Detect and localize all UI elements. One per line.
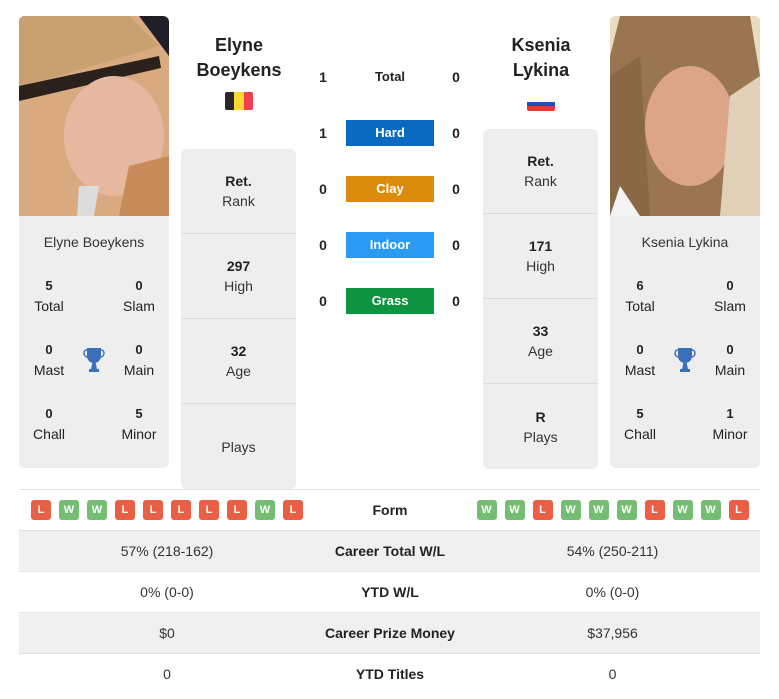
h2h-grass-row: 0 Grass 0 xyxy=(310,288,470,314)
form-win-badge[interactable]: W xyxy=(616,500,637,520)
ytd-wl-label: YTD W/L xyxy=(361,584,419,600)
player2-main-titles: 0 Main xyxy=(714,342,746,378)
form-loss-badge[interactable]: L xyxy=(31,500,51,520)
h2h-grass-p2: 0 xyxy=(452,293,460,309)
h2h-grass-p1: 0 xyxy=(319,293,327,309)
player1-plays: Plays xyxy=(221,438,256,455)
surface-clay-badge[interactable]: Clay xyxy=(346,176,434,202)
form-loss-badge[interactable]: L xyxy=(199,500,219,520)
player2-chall-titles: 5 Chall xyxy=(624,406,656,442)
form-loss-badge[interactable]: L xyxy=(532,500,553,520)
player1-ytd-titles: 0 xyxy=(163,666,171,682)
surface-hard-badge[interactable]: Hard xyxy=(346,120,434,146)
prize-money-label: Career Prize Money xyxy=(325,625,455,641)
comparison-table: LWWLLLLLWL Form WWLWWWLWWL 57% (218-162)… xyxy=(19,489,760,694)
player1-name[interactable]: Elyne Boeykens xyxy=(164,33,314,83)
player2-age: 33 Age xyxy=(483,299,598,384)
form-loss-badge[interactable]: L xyxy=(283,500,303,520)
player1-minor-titles: 5 Minor xyxy=(121,406,157,442)
player2-full-name: Ksenia Lykina xyxy=(641,234,729,250)
h2h-clay-row: 0 Clay 0 xyxy=(310,176,470,202)
player2-slam-titles: 0 Slam xyxy=(714,278,746,314)
form-win-badge[interactable]: W xyxy=(588,500,609,520)
trophy-icon xyxy=(673,347,697,373)
player1-titles-card: Elyne Boeykens 5 Total 0 Slam 0 Mast 0 Main … xyxy=(19,216,169,468)
form-win-badge[interactable]: W xyxy=(59,500,79,520)
h2h-indoor-p2: 0 xyxy=(452,237,460,253)
career-wl-label: Career Total W/L xyxy=(334,543,446,559)
player2-prize-money: $37,956 xyxy=(587,625,638,641)
player2-plays: R Plays xyxy=(523,408,558,445)
surface-grass-badge[interactable]: Grass xyxy=(346,288,434,314)
player1-prize-money: $0 xyxy=(159,625,175,641)
player2-titles-card: Ksenia Lykina 6 Total 0 Slam 0 Mast 0 Main 5… xyxy=(610,216,760,468)
player1-mast-titles: 0 Mast xyxy=(33,342,65,378)
ytd-wl-row: 0% (0-0) YTD W/L 0% (0-0) xyxy=(19,571,760,612)
player2-rank: Ret. Rank xyxy=(483,129,598,214)
player2-name[interactable]: Ksenia Lykina xyxy=(466,33,616,83)
player1-photo xyxy=(19,16,169,216)
belgium-flag-icon xyxy=(225,92,253,110)
career-wl-row: 57% (218-162) Career Total W/L 54% (250-… xyxy=(19,530,760,571)
player1-slam-titles: 0 Slam xyxy=(123,278,155,314)
player2-ytd-wl: 0% (0-0) xyxy=(585,584,640,600)
form-win-badge[interactable]: W xyxy=(700,500,721,520)
player1-total-titles: 5 Total xyxy=(34,278,64,314)
player2-ytd-titles: 0 xyxy=(608,666,617,682)
player1-info-panel: Ret. Rank 297 High 32 Age Plays xyxy=(181,149,296,489)
prize-money-row: $0 Career Prize Money $37,956 xyxy=(19,612,760,653)
h2h-hard-row: 1 Hard 0 xyxy=(310,120,470,146)
player2-high: 171 High xyxy=(483,214,598,299)
player2-photo xyxy=(610,16,760,216)
form-row: LWWLLLLLWL Form WWLWWWLWWL xyxy=(19,489,760,530)
h2h-total-p2: 0 xyxy=(452,69,460,85)
form-win-badge[interactable]: W xyxy=(87,500,107,520)
ytd-titles-label: YTD Titles xyxy=(355,666,425,682)
form-loss-badge[interactable]: L xyxy=(728,500,749,520)
h2h-total-p1: 1 xyxy=(319,69,327,85)
form-loss-badge[interactable]: L xyxy=(644,500,665,520)
h2h-hard-p2: 0 xyxy=(452,125,460,141)
player2-mast-titles: 0 Mast xyxy=(624,342,656,378)
h2h-total-row: 1 Total 0 xyxy=(310,64,470,90)
player2-career-wl: 54% (250-211) xyxy=(566,543,659,559)
form-label: Form xyxy=(372,502,408,518)
form-loss-badge[interactable]: L xyxy=(115,500,135,520)
player1-age: 32 Age xyxy=(181,319,296,404)
player1-full-name: Elyne Boeykens xyxy=(43,234,145,250)
form-win-badge[interactable]: W xyxy=(476,500,497,520)
player1-form: LWWLLLLLWL xyxy=(19,500,315,520)
form-win-badge[interactable]: W xyxy=(255,500,275,520)
h2h-indoor-row: 0 Indoor 0 xyxy=(310,232,470,258)
form-win-badge[interactable]: W xyxy=(504,500,525,520)
player1-chall-titles: 0 Chall xyxy=(33,406,65,442)
player1-career-wl: 57% (218-162) xyxy=(120,543,214,559)
form-win-badge[interactable]: W xyxy=(560,500,581,520)
form-win-badge[interactable]: W xyxy=(672,500,693,520)
player1-high: 297 High xyxy=(181,234,296,319)
player1-main-titles: 0 Main xyxy=(123,342,155,378)
h2h-total-label: Total xyxy=(374,69,406,84)
player1-ytd-wl: 0% (0-0) xyxy=(140,584,194,600)
ytd-titles-row: 0 YTD Titles 0 xyxy=(19,653,760,694)
russia-flag-icon xyxy=(527,97,555,111)
player2-info-panel: Ret. Rank 171 High 33 Age R Plays xyxy=(483,129,598,469)
surface-indoor-badge[interactable]: Indoor xyxy=(346,232,434,258)
h2h-indoor-p1: 0 xyxy=(319,237,327,253)
trophy-icon xyxy=(82,347,106,373)
player2-minor-titles: 1 Minor xyxy=(712,406,748,442)
form-loss-badge[interactable]: L xyxy=(143,500,163,520)
h2h-hard-p1: 1 xyxy=(319,125,327,141)
player2-form: WWLWWWLWWL xyxy=(465,500,760,520)
player2-total-titles: 6 Total xyxy=(625,278,655,314)
form-loss-badge[interactable]: L xyxy=(227,500,247,520)
h2h-clay-p2: 0 xyxy=(452,181,460,197)
h2h-clay-p1: 0 xyxy=(319,181,327,197)
player1-rank: Ret. Rank xyxy=(181,149,296,234)
form-loss-badge[interactable]: L xyxy=(171,500,191,520)
